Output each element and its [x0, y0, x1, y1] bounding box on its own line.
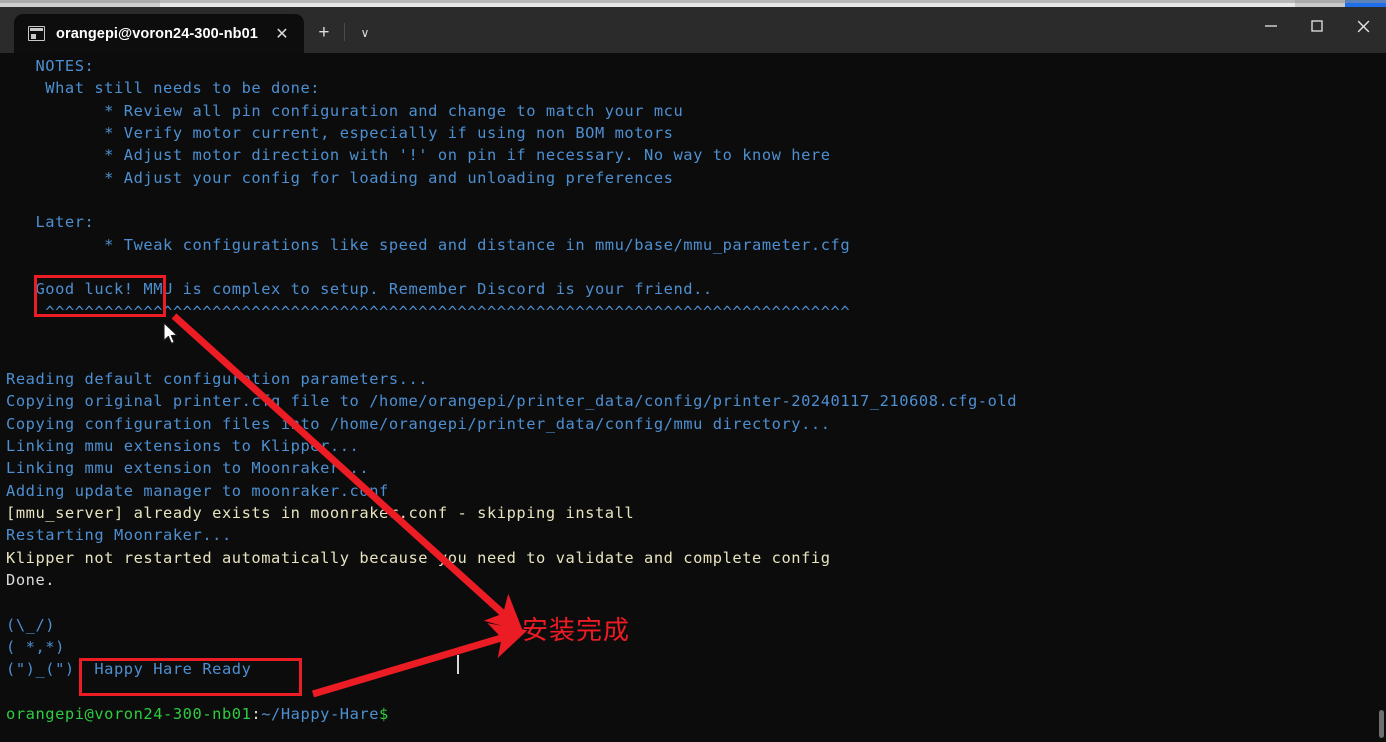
- terminal-span: Later:: [6, 213, 95, 232]
- terminal-line: Linking mmu extension to Moonraker...: [6, 457, 1017, 479]
- terminal-span: ~/Happy-Hare: [261, 704, 380, 723]
- terminal-span: Copying original printer.cfg file to /ho…: [6, 392, 1018, 411]
- chevron-down-icon[interactable]: ∨: [345, 13, 385, 52]
- minimize-button[interactable]: [1248, 7, 1294, 45]
- terminal-span: (")_(") Happy Hare Ready: [6, 660, 252, 679]
- terminal-text: NOTES: What still needs to be done: * Re…: [6, 55, 1017, 725]
- terminal-span: NOTES:: [6, 57, 95, 75]
- tab-strip: orangepi@voron24-300-nb01 ✕ + ∨: [0, 7, 385, 53]
- terminal-line: Later:: [6, 211, 1017, 233]
- terminal-span: * Adjust motor direction with '!' on pin…: [6, 146, 831, 165]
- terminal-line: Copying configuration files into /home/o…: [6, 413, 1017, 435]
- terminal-span: Done.: [6, 570, 56, 589]
- tab-title: orangepi@voron24-300-nb01: [56, 25, 258, 42]
- terminal-line: * Verify motor current, especially if us…: [6, 122, 1017, 144]
- terminal-span: * Tweak configurations like speed and di…: [6, 235, 851, 254]
- terminal-line: * Review all pin configuration and chang…: [6, 100, 1017, 122]
- terminal-line: Adding update manager to moonraker.conf: [6, 480, 1017, 502]
- terminal-span: [mmu_server] already exists in moonraker…: [6, 503, 635, 522]
- terminal-line: Restarting Moonraker...: [6, 524, 1017, 546]
- background-window-strip-edge: [0, 0, 1386, 3]
- terminal-icon: [28, 26, 45, 41]
- terminal-span: * Verify motor current, especially if us…: [6, 124, 674, 143]
- terminal-line: Linking mmu extensions to Klipper...: [6, 435, 1017, 457]
- text-cursor: [457, 655, 459, 674]
- terminal-line: ( *,*): [6, 636, 1017, 658]
- terminal-span: Linking mmu extensions to Klipper...: [6, 436, 360, 455]
- terminal-line: NOTES:: [6, 55, 1017, 77]
- terminal-span: $: [379, 704, 399, 723]
- terminal-span: :: [251, 704, 262, 723]
- terminal-line: Copying original printer.cfg file to /ho…: [6, 390, 1017, 412]
- terminal-span: Linking mmu extension to Moonraker...: [6, 459, 370, 478]
- terminal-span: Good luck! MMU is complex to setup. Reme…: [6, 280, 713, 299]
- terminal-line: orangepi@voron24-300-nb01:~/Happy-Hare$: [6, 703, 1017, 725]
- terminal-scrollbar[interactable]: [1377, 53, 1386, 742]
- terminal-span: ^^^^^^^^^^^^^^^^^^^^^^^^^^^^^^^^^^^^^^^^…: [6, 302, 851, 321]
- tab-orangepi-session[interactable]: orangepi@voron24-300-nb01 ✕: [14, 14, 304, 53]
- terminal-span: (\_/): [6, 615, 56, 634]
- terminal-line: Reading default configuration parameters…: [6, 368, 1017, 390]
- terminal-span: Reading default configuration parameters…: [6, 369, 429, 388]
- close-button[interactable]: [1340, 7, 1386, 45]
- terminal-line: * Tweak configurations like speed and di…: [6, 234, 1017, 256]
- terminal-span: ( *,*): [6, 637, 65, 656]
- terminal-span: Klipper not restarted automatically beca…: [6, 548, 831, 567]
- scrollbar-thumb[interactable]: [1379, 710, 1384, 738]
- terminal-span: * Adjust your config for loading and unl…: [6, 168, 674, 187]
- terminal-span: What still needs to be done:: [6, 79, 321, 98]
- terminal-line: Good luck! MMU is complex to setup. Reme…: [6, 278, 1017, 300]
- maximize-button[interactable]: [1294, 7, 1340, 45]
- terminal-line: Done.: [6, 569, 1017, 591]
- terminal-span: Copying configuration files into /home/o…: [6, 414, 831, 433]
- terminal-output-area[interactable]: NOTES: What still needs to be done: * Re…: [0, 53, 1386, 742]
- terminal-span: Restarting Moonraker...: [6, 526, 232, 545]
- terminal-line: ^^^^^^^^^^^^^^^^^^^^^^^^^^^^^^^^^^^^^^^^…: [6, 301, 1017, 323]
- terminal-line: Klipper not restarted automatically beca…: [6, 547, 1017, 569]
- terminal-span: Adding update manager to moonraker.conf: [6, 481, 389, 500]
- terminal-line: (\_/): [6, 614, 1017, 636]
- terminal-line: What still needs to be done:: [6, 77, 1017, 99]
- close-tab-icon[interactable]: ✕: [269, 21, 295, 47]
- terminal-span: * Review all pin configuration and chang…: [6, 101, 684, 120]
- title-bar: orangepi@voron24-300-nb01 ✕ + ∨: [0, 7, 1386, 53]
- terminal-line: (")_(") Happy Hare Ready: [6, 658, 1017, 680]
- terminal-line: [mmu_server] already exists in moonraker…: [6, 502, 1017, 524]
- terminal-window: orangepi@voron24-300-nb01 ✕ + ∨ NOTES: W…: [0, 0, 1386, 742]
- terminal-line: * Adjust motor direction with '!' on pin…: [6, 144, 1017, 166]
- terminal-line: * Adjust your config for loading and unl…: [6, 167, 1017, 189]
- new-tab-button[interactable]: +: [304, 13, 344, 52]
- window-controls: [1248, 7, 1386, 53]
- terminal-span: orangepi@voron24-300-nb01: [6, 704, 252, 723]
